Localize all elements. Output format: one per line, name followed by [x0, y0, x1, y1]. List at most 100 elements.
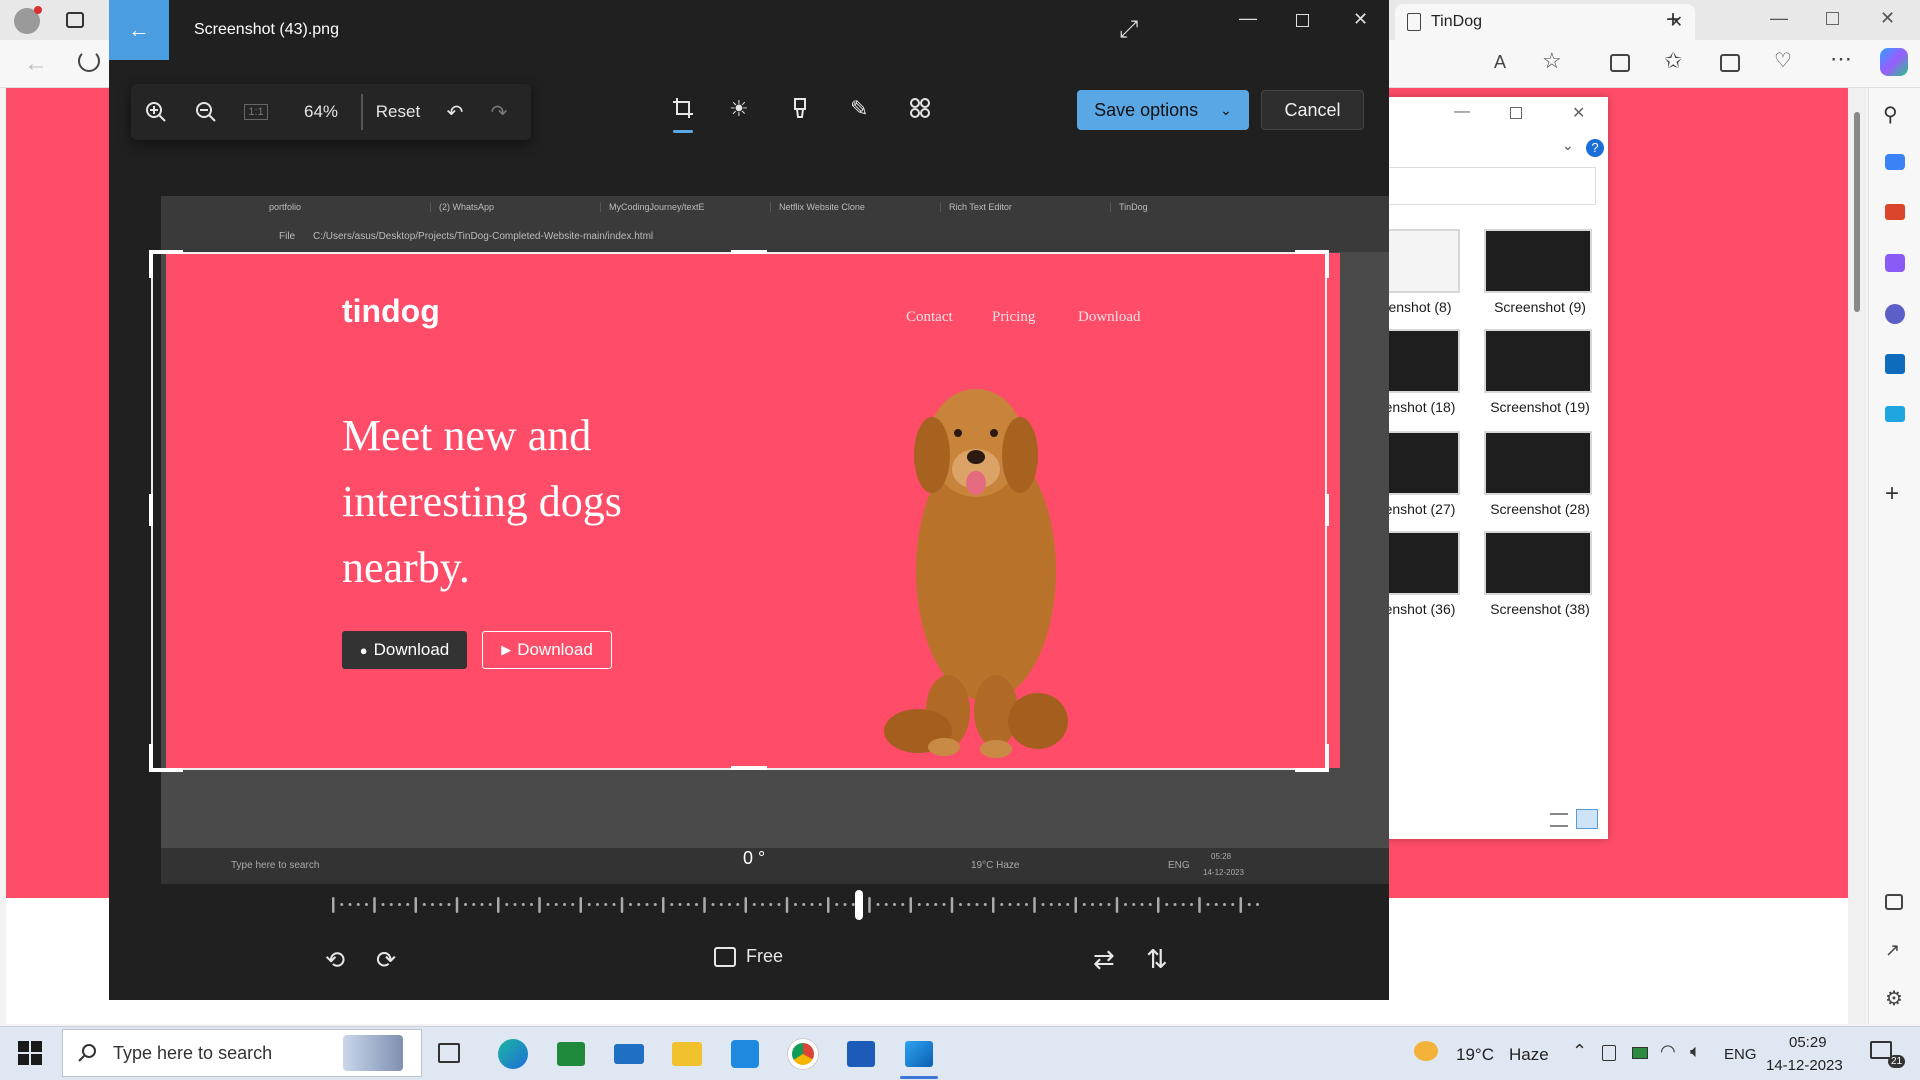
- sidebar-games-icon[interactable]: [1885, 254, 1905, 272]
- crop-handle-top-right[interactable]: [1295, 250, 1329, 278]
- thumbnail-image[interactable]: [1484, 431, 1592, 495]
- sidebar-panel-icon[interactable]: [1885, 894, 1903, 910]
- refresh-icon[interactable]: [78, 50, 100, 72]
- rotate-right-button[interactable]: ⟳: [376, 946, 396, 975]
- explorer-maximize-icon[interactable]: [1510, 107, 1522, 119]
- thumbnail-label[interactable]: enshot (18): [1380, 399, 1460, 415]
- sidebar-office-icon[interactable]: [1885, 304, 1905, 324]
- taskbar-mail[interactable]: [600, 1027, 658, 1080]
- back-button[interactable]: ←: [109, 0, 169, 60]
- crop-handle-bottom-left[interactable]: [149, 744, 183, 772]
- thumbnail-image[interactable]: [1380, 431, 1460, 495]
- effects-tool[interactable]: [909, 97, 931, 119]
- close-window-icon[interactable]: ✕: [1880, 8, 1895, 29]
- reset-button[interactable]: Reset: [363, 102, 433, 122]
- thumbnail-label[interactable]: Screenshot (9): [1480, 299, 1600, 315]
- weather-icon[interactable]: [1414, 1041, 1438, 1061]
- rotate-left-button[interactable]: ⟲: [325, 946, 345, 975]
- thumbnail-label[interactable]: Screenshot (28): [1480, 501, 1600, 517]
- crop-tool[interactable]: [671, 96, 695, 120]
- crop-handle-bottom-right[interactable]: [1295, 744, 1329, 772]
- taskbar-word[interactable]: [832, 1027, 890, 1080]
- flip-vertical-button[interactable]: ⇅: [1146, 944, 1168, 975]
- crop-handle-bottom[interactable]: [731, 766, 767, 770]
- volume-icon[interactable]: 🔈︎: [1690, 1041, 1701, 1062]
- battery-icon[interactable]: [1632, 1047, 1648, 1059]
- thumbnail-image[interactable]: [1484, 329, 1592, 393]
- thumbnail-image[interactable]: [1484, 531, 1592, 595]
- flip-horizontal-button[interactable]: ⇄: [1093, 944, 1115, 975]
- thumbnail-label[interactable]: Screenshot (19): [1480, 399, 1600, 415]
- collections-icon[interactable]: [1720, 54, 1740, 72]
- save-options-button[interactable]: Save options ⌄: [1077, 90, 1249, 130]
- crop-handle-top-left[interactable]: [149, 250, 183, 278]
- browser-essentials-icon[interactable]: ♡: [1774, 48, 1792, 73]
- task-view-icon[interactable]: [438, 1043, 460, 1063]
- zoom-in-button[interactable]: [131, 84, 181, 140]
- device-icon[interactable]: [1602, 1045, 1616, 1061]
- tab-actions-icon[interactable]: [66, 12, 84, 28]
- split-screen-icon[interactable]: [1610, 54, 1630, 72]
- thumbnail-label[interactable]: enshot (27): [1380, 501, 1460, 517]
- taskbar-chrome[interactable]: [774, 1027, 832, 1080]
- thumbnail-label[interactable]: enshot (8): [1380, 299, 1460, 315]
- sidebar-drop-icon[interactable]: [1885, 406, 1905, 422]
- thumbnail-image[interactable]: [1484, 229, 1592, 293]
- more-menu-icon[interactable]: ⋯: [1830, 46, 1852, 72]
- taskbar-search-box[interactable]: Type here to search: [62, 1029, 422, 1077]
- cancel-button[interactable]: Cancel: [1261, 90, 1364, 130]
- weather-desc[interactable]: Haze: [1509, 1045, 1549, 1065]
- thumbnail-image[interactable]: [1380, 531, 1460, 595]
- close-window-icon[interactable]: ✕: [1353, 9, 1368, 30]
- copilot-icon[interactable]: [1880, 48, 1908, 76]
- details-view-icon[interactable]: [1550, 813, 1568, 827]
- weather-temp[interactable]: 19°C: [1456, 1045, 1494, 1065]
- scroll-thumb[interactable]: [1854, 112, 1860, 312]
- taskbar-edge[interactable]: [484, 1027, 542, 1080]
- input-language[interactable]: ENG: [1724, 1046, 1757, 1063]
- fullscreen-icon[interactable]: ⤢: [1119, 16, 1138, 44]
- favorites-icon[interactable]: ✩: [1664, 48, 1682, 74]
- start-button[interactable]: [18, 1041, 42, 1065]
- sidebar-search-icon[interactable]: ⚲: [1883, 102, 1898, 127]
- explorer-help-icon[interactable]: ?: [1586, 139, 1604, 157]
- sidebar-outlook-icon[interactable]: [1885, 354, 1905, 374]
- explorer-minimize-icon[interactable]: —: [1454, 103, 1470, 121]
- draw-tool[interactable]: ✎: [850, 96, 868, 122]
- maximize-icon[interactable]: [1296, 14, 1309, 27]
- crop-handle-left[interactable]: [149, 494, 153, 526]
- undo-button[interactable]: ↶: [433, 84, 477, 140]
- browser-scrollbar[interactable]: [1848, 88, 1866, 1024]
- explorer-search-field[interactable]: [1380, 167, 1596, 205]
- redo-button[interactable]: ↷: [477, 84, 521, 140]
- wifi-icon[interactable]: ◠: [1660, 1041, 1676, 1062]
- back-arrow-icon[interactable]: ←: [24, 50, 48, 78]
- clock-time[interactable]: 05:29: [1789, 1034, 1827, 1051]
- favorite-star-icon[interactable]: ☆: [1542, 48, 1562, 74]
- thumbnail-label[interactable]: enshot (36): [1380, 601, 1460, 617]
- sidebar-settings-icon[interactable]: ⚙: [1885, 986, 1903, 1011]
- markup-tool[interactable]: [791, 97, 809, 119]
- explorer-close-icon[interactable]: ✕: [1572, 103, 1585, 123]
- explorer-expand-icon[interactable]: ⌄: [1562, 137, 1574, 154]
- zoom-out-button[interactable]: [181, 84, 231, 140]
- thumbnail-view-icon[interactable]: [1576, 809, 1598, 829]
- browser-tab-tindog[interactable]: TinDog ✕: [1395, 4, 1695, 40]
- taskbar-explorer[interactable]: [658, 1027, 716, 1080]
- thumbnail-image[interactable]: [1380, 229, 1460, 293]
- aspect-ratio-button[interactable]: Free: [714, 946, 783, 967]
- sidebar-tools-icon[interactable]: [1885, 204, 1905, 220]
- thumbnail-image[interactable]: [1380, 329, 1460, 393]
- read-aloud-icon[interactable]: A: [1494, 52, 1506, 73]
- adjust-brightness-tool[interactable]: ☀: [729, 96, 749, 122]
- sidebar-shopping-icon[interactable]: [1885, 154, 1905, 170]
- taskbar-classroom[interactable]: [542, 1027, 600, 1080]
- restore-icon[interactable]: [1826, 12, 1839, 25]
- minimize-icon[interactable]: —: [1239, 8, 1257, 29]
- sidebar-external-icon[interactable]: ↗: [1885, 940, 1900, 961]
- taskbar-vscode[interactable]: [716, 1027, 774, 1080]
- actual-size-button[interactable]: 1:1: [231, 84, 281, 140]
- thumbnail-label[interactable]: Screenshot (38): [1480, 601, 1600, 617]
- show-hidden-icons[interactable]: ⌃: [1572, 1041, 1587, 1062]
- new-tab-icon[interactable]: +: [1666, 6, 1680, 34]
